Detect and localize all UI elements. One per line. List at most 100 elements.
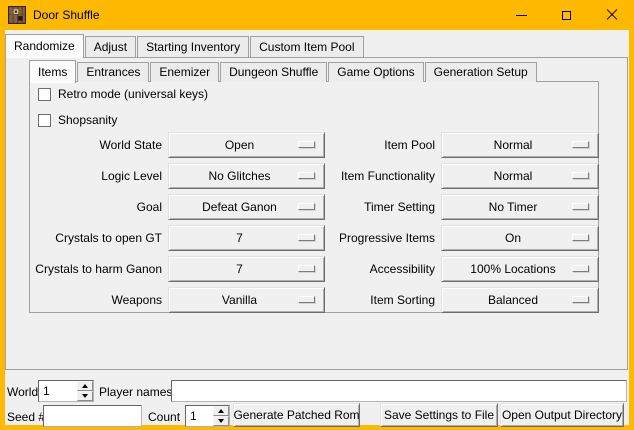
dropdown-value: On [505, 231, 535, 245]
outer-tab-bar: Randomize Adjust Starting Inventory Cust… [5, 33, 365, 57]
worlds-input[interactable] [39, 381, 77, 401]
count-input[interactable] [186, 406, 213, 426]
minimize-button[interactable] [499, 0, 544, 30]
logic-level-dropdown[interactable]: No Glitches [168, 163, 325, 189]
goal-dropdown[interactable]: Defeat Ganon [168, 194, 325, 220]
seed-input[interactable] [43, 405, 142, 427]
door-icon [8, 6, 26, 24]
window-content: Randomize Adjust Starting Inventory Cust… [5, 30, 629, 425]
timer-setting-dropdown[interactable]: No Timer [441, 194, 599, 220]
menu-indicator-icon [572, 234, 589, 241]
checkbox-icon [38, 114, 51, 127]
tab-randomize[interactable]: Randomize [5, 34, 84, 58]
checkbox-label: Shopsanity [58, 113, 117, 127]
logic-level-label: Logic Level [30, 163, 162, 189]
menu-indicator-icon [298, 265, 315, 272]
crystals-open-gt-dropdown[interactable]: 7 [168, 225, 325, 251]
tab-entrances[interactable]: Entrances [77, 62, 149, 82]
count-spin-buttons [213, 406, 229, 426]
crystals-harm-ganon-label: Crystals to harm Ganon [30, 256, 162, 282]
player-names-label: Player names [99, 385, 172, 399]
menu-indicator-icon [298, 141, 315, 148]
dropdown-value: 100% Locations [470, 262, 569, 276]
dropdown-value: Defeat Ganon [202, 200, 291, 214]
menu-indicator-icon [572, 203, 589, 210]
tab-dungeon-shuffle[interactable]: Dungeon Shuffle [220, 62, 327, 82]
retro-mode-checkbox[interactable]: Retro mode (universal keys) [38, 87, 208, 101]
menu-indicator-icon [298, 296, 315, 303]
worlds-spin-up-button[interactable] [77, 381, 93, 391]
tab-custom-item-pool[interactable]: Custom Item Pool [250, 36, 363, 57]
crystals-harm-ganon-dropdown[interactable]: 7 [168, 256, 325, 282]
spin-down-icon [218, 419, 224, 423]
crystals-open-gt-label: Crystals to open GT [30, 225, 162, 251]
dropdown-value: 7 [236, 262, 257, 276]
world-state-dropdown[interactable]: Open [168, 132, 325, 158]
inner-tab-bar: Items Entrances Enemizer Dungeon Shuffle… [29, 59, 538, 82]
count-label: Count [148, 410, 180, 424]
item-pool-dropdown[interactable]: Normal [441, 132, 599, 158]
worlds-spin-buttons [77, 381, 93, 401]
items-panel: Retro mode (universal keys) Shopsanity W… [29, 81, 599, 313]
close-button[interactable] [589, 0, 634, 30]
menu-indicator-icon [572, 265, 589, 272]
spin-down-icon [82, 394, 88, 398]
shopsanity-checkbox[interactable]: Shopsanity [38, 113, 117, 127]
menu-indicator-icon [298, 234, 315, 241]
menu-indicator-icon [298, 172, 315, 179]
item-functionality-label: Item Functionality [331, 163, 435, 189]
count-spin-up-button[interactable] [213, 406, 229, 416]
worlds-spinbox [38, 380, 94, 402]
generate-patched-rom-button[interactable]: Generate Patched Rom [233, 403, 360, 427]
weapons-dropdown[interactable]: Vanilla [168, 287, 325, 313]
item-sorting-label: Item Sorting [331, 287, 435, 313]
tab-enemizer[interactable]: Enemizer [150, 62, 219, 82]
worlds-spin-down-button[interactable] [77, 391, 93, 401]
world-state-label: World State [30, 132, 162, 158]
tab-starting-inventory[interactable]: Starting Inventory [137, 36, 249, 57]
checkbox-icon [38, 88, 51, 101]
window-controls [499, 0, 634, 30]
weapons-label: Weapons [30, 287, 162, 313]
save-settings-button[interactable]: Save Settings to File [380, 403, 498, 427]
menu-indicator-icon [572, 141, 589, 148]
count-spinbox [185, 405, 230, 427]
timer-setting-label: Timer Setting [331, 194, 435, 220]
titlebar[interactable]: Door Shuffle [0, 0, 634, 30]
dropdown-value: No Timer [489, 200, 552, 214]
progressive-items-dropdown[interactable]: On [441, 225, 599, 251]
count-spin-down-button[interactable] [213, 416, 229, 426]
randomize-panel: Items Entrances Enemizer Dungeon Shuffle… [5, 57, 628, 370]
item-pool-label: Item Pool [331, 132, 435, 158]
options-grid: World State Open Item Pool Normal Logic … [30, 132, 599, 313]
item-sorting-dropdown[interactable]: Balanced [441, 287, 599, 313]
checkbox-label: Retro mode (universal keys) [58, 87, 208, 101]
tab-items[interactable]: Items [29, 60, 76, 83]
seed-label: Seed # [7, 410, 45, 424]
minimize-icon [516, 15, 527, 16]
player-names-input[interactable] [171, 380, 627, 402]
menu-indicator-icon [572, 296, 589, 303]
maximize-button[interactable] [544, 0, 589, 30]
dropdown-value: 7 [236, 231, 257, 245]
dropdown-value: Normal [494, 169, 547, 183]
door-shuffle-window: Door Shuffle Randomize Adjust Starting I… [0, 0, 634, 430]
maximize-icon [562, 11, 571, 20]
tab-generation-setup[interactable]: Generation Setup [425, 62, 537, 82]
spin-up-icon [218, 409, 224, 413]
dropdown-value: Vanilla [222, 293, 271, 307]
dropdown-value: Open [225, 138, 268, 152]
window-title: Door Shuffle [33, 8, 100, 22]
goal-label: Goal [30, 194, 162, 220]
accessibility-dropdown[interactable]: 100% Locations [441, 256, 599, 282]
open-output-directory-button[interactable]: Open Output Directory [500, 403, 624, 427]
dropdown-value: Balanced [488, 293, 552, 307]
item-functionality-dropdown[interactable]: Normal [441, 163, 599, 189]
progressive-items-label: Progressive Items [331, 225, 435, 251]
tab-game-options[interactable]: Game Options [328, 62, 423, 82]
dropdown-value: Normal [494, 138, 547, 152]
spin-up-icon [82, 384, 88, 388]
tab-adjust[interactable]: Adjust [85, 36, 136, 57]
menu-indicator-icon [298, 203, 315, 210]
menu-indicator-icon [572, 172, 589, 179]
